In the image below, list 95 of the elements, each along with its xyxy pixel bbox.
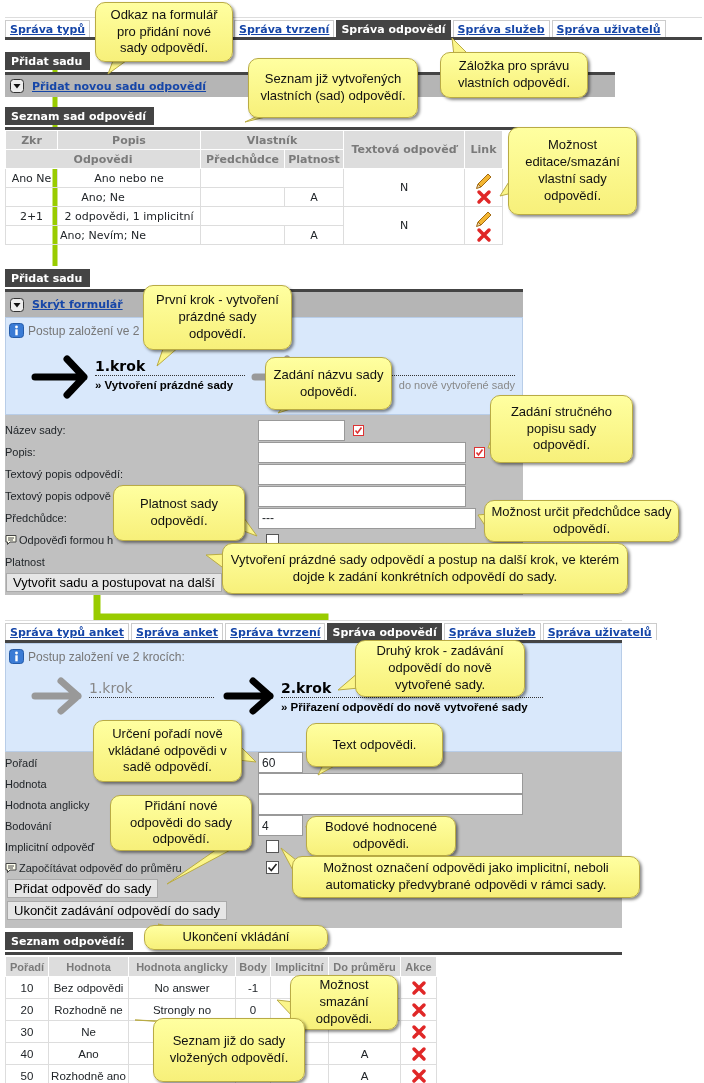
table-cell: Ano nebo ne xyxy=(57,168,201,188)
section-header: Seznam odpovědí: xyxy=(5,932,133,950)
callout: Zadání názvu sady odpovědí. xyxy=(265,357,392,410)
callout: Možnost smazání odpovědi. xyxy=(290,975,398,1030)
info-text: Postup založení ve 2 xyxy=(28,323,140,338)
field-label: Platnost xyxy=(5,556,45,568)
table-cell: Rozhodně ne xyxy=(48,998,129,1021)
callout: Určení pořadí nově vkládané odpovědi v sadě odpovědí. xyxy=(93,720,242,782)
tab[interactable]: Správa uživatelů xyxy=(542,623,657,640)
column-header: Vlastník xyxy=(200,130,344,150)
column-header: Do průměru xyxy=(328,956,401,977)
add-set-link[interactable]: Přidat novou sadu odpovědí xyxy=(32,79,207,93)
callout: Možnost určit předchůdce sady odpovědí. xyxy=(484,500,679,542)
callout: Přidání nové odpovědi do sady odpovědí. xyxy=(110,795,252,851)
table-cell: A xyxy=(328,1042,401,1065)
field-label: Bodování xyxy=(5,819,52,832)
tab[interactable]: Správa typů xyxy=(5,20,91,37)
callout: Bodové hodnocené odpovědi. xyxy=(306,816,456,856)
callout: Záložka pro správu vlastních odpovědí. xyxy=(440,52,588,98)
column-header: Body xyxy=(235,956,271,977)
table-cell: 10 xyxy=(5,976,49,999)
table-cell: 30 xyxy=(5,1020,49,1043)
table-cell: Ano; Nevím; Ne xyxy=(5,225,201,245)
add-answer-button[interactable]: Přidat odpověď do sady xyxy=(7,879,159,898)
table-cell: 2+1 xyxy=(5,206,58,226)
table-cell: Ano xyxy=(48,1042,129,1065)
table-cell: 50 xyxy=(5,1064,49,1083)
column-header: Hodnota xyxy=(48,956,129,977)
input-field[interactable]: 4 xyxy=(258,815,303,836)
step-title: 1.krok xyxy=(95,358,146,374)
finish-button[interactable]: Ukončit zadávání odpovědí do sady xyxy=(7,901,227,920)
callout: Platnost sady odpovědí. xyxy=(113,485,245,541)
callout: Ukončení vkládání xyxy=(144,925,328,950)
section-header: Přidat sadu xyxy=(5,269,91,287)
field-label: Pořadí xyxy=(5,756,38,769)
table-cell: Bez odpovědi xyxy=(48,976,129,999)
callout: Vytvoření prázdné sady odpovědí a postup na další krok, ve kterém dojde k zadání konkrétních odpovědí do sady. xyxy=(222,543,628,594)
field-label: Hodnota xyxy=(5,777,47,790)
column-header: Implicitní xyxy=(270,956,329,977)
field-label: Název sady: xyxy=(5,424,66,436)
callout: Možnost editace/smazání vlastní sady odpovědí. xyxy=(508,127,637,215)
field-label: Textový popis odpově xyxy=(5,490,111,502)
tab[interactable]: Správa uživatelů xyxy=(551,20,666,37)
column-header: Link xyxy=(464,130,503,169)
table-cell: -1 xyxy=(235,976,271,999)
tab[interactable]: Správa tvrzení xyxy=(234,20,335,37)
column-header: Textová odpověď xyxy=(343,130,465,169)
callout: Zadání stručného popisu sady odpovědí. xyxy=(490,395,633,463)
tab[interactable]: Správa odpovědí xyxy=(336,20,451,37)
tab[interactable]: Správa odpovědí xyxy=(327,623,442,640)
tab[interactable]: Správa tvrzení xyxy=(225,623,326,640)
step-subtitle: » Přiřazení odpovědí do nově vytvořené sady xyxy=(281,701,528,713)
callout: Druhý krok - zadávání odpovědí do nově vytvořené sady. xyxy=(355,640,525,697)
step-title: 1.krok xyxy=(89,680,133,696)
info-text: Postup založení ve 2 krocích: xyxy=(28,649,185,664)
table-cell: 20 xyxy=(5,998,49,1021)
table-cell: N xyxy=(399,219,409,232)
tab[interactable]: Správa služeb xyxy=(443,623,541,640)
callout: Text odpovědi. xyxy=(306,723,443,767)
field-label: Textový popis odpovědí: xyxy=(5,468,124,480)
callout: Odkaz na formulář pro přidání nové sady odpovědí. xyxy=(95,2,233,62)
callout: Seznam již do sady vložených odpovědí. xyxy=(153,1018,305,1082)
table-cell: Ano Ne xyxy=(5,168,58,188)
table-cell: 2 odpovědi, 1 implicitní xyxy=(57,206,201,226)
table-cell: Ano; Ne xyxy=(5,187,201,207)
field-label: Předchůdce: xyxy=(5,512,67,524)
step-title: 2.krok xyxy=(281,680,332,696)
select-field[interactable]: --- xyxy=(258,507,476,529)
column-header: Popis xyxy=(57,130,201,150)
callout: Seznam již vytvořených vlastních (sad) odpovědí. xyxy=(248,58,418,118)
section-header: Přidat sadu xyxy=(5,52,91,70)
tab[interactable]: Správa služeb xyxy=(452,20,550,37)
tab[interactable]: Správa anket xyxy=(131,623,224,640)
field-label: Implicitní odpověď xyxy=(5,840,95,853)
step-subtitle: » Vytvoření prázdné sady xyxy=(95,379,234,391)
callout: První krok - vytvoření prázdné sady odpovědí. xyxy=(143,285,292,350)
input-field[interactable]: 60 xyxy=(258,752,303,773)
callout: Možnost označení odpovědi jako implicitní, neboli automaticky předvybrané odpovědi v rámci sady. xyxy=(292,856,640,898)
table-cell: N xyxy=(399,181,409,194)
column-header: Hodnota anglicky xyxy=(128,956,236,977)
table-cell: 40 xyxy=(5,1042,49,1065)
column-header: Zkr xyxy=(5,130,58,150)
field-label: Popis: xyxy=(5,446,36,458)
step-subtitle: do nově vytvořené sady xyxy=(398,379,515,391)
table-cell: No answer xyxy=(128,976,236,999)
column-header: Akce xyxy=(400,956,437,977)
field-label: Započítávat odpověď do průměru xyxy=(19,861,182,874)
section-header: Seznam sad odpovědí xyxy=(5,107,155,125)
create-set-button[interactable]: Vytvořit sadu a postupovat na další xyxy=(6,573,222,592)
column-header: Pořadí xyxy=(5,956,49,977)
tab[interactable]: Správa typů anket xyxy=(5,623,130,640)
hide-form-link[interactable]: Skrýt formulář xyxy=(32,298,123,311)
table-cell: Ne xyxy=(48,1020,129,1043)
field-label: Hodnota anglicky xyxy=(5,798,90,811)
field-label: Odpověďi formou h xyxy=(19,534,114,546)
